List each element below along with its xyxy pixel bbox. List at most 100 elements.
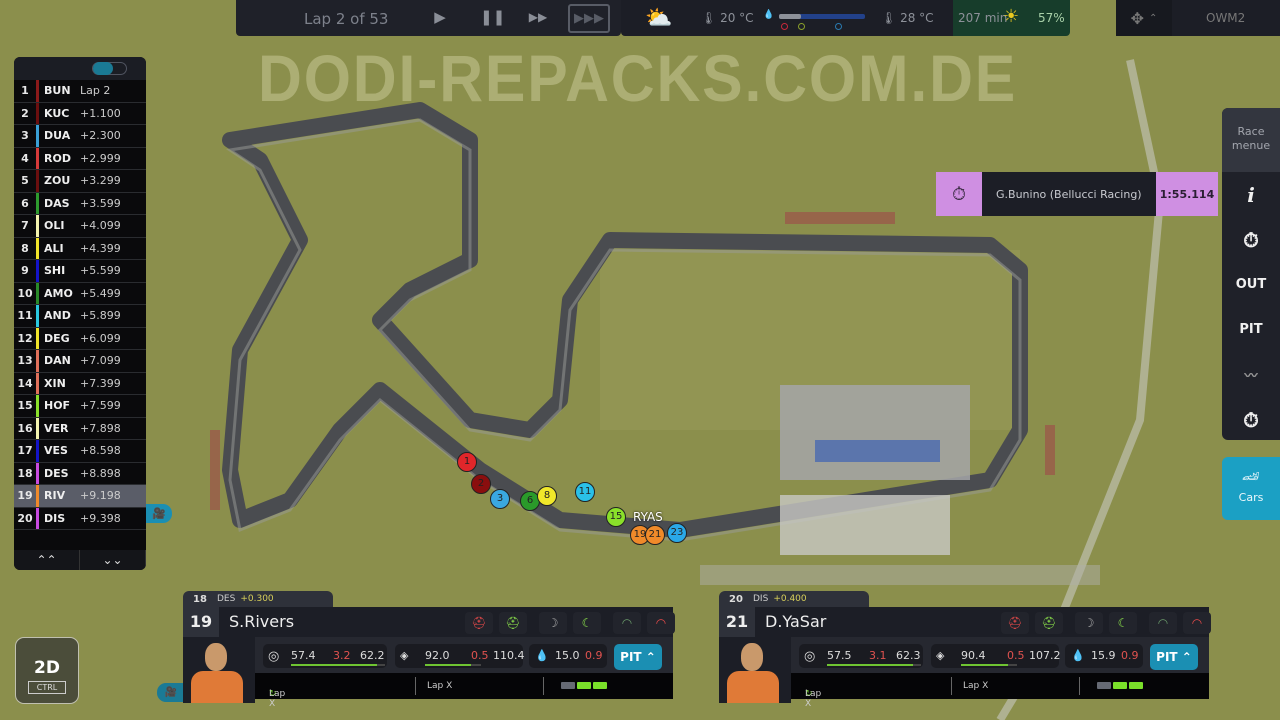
standings-row[interactable]: 11 AND +5.899: [14, 305, 146, 328]
driver-code: BUN: [44, 84, 71, 98]
driver-code: DES: [44, 466, 69, 480]
driver-stats: ◎ 57.5 3.1 62.3 ◈ 90.4 0.5 107.2 💧 15.9 …: [719, 637, 1209, 673]
tyre-max: 62.3: [896, 649, 921, 662]
standings-row[interactable]: 13 DAN +7.099: [14, 350, 146, 373]
camera-follow-driver-icon[interactable]: 🎥: [157, 683, 185, 702]
helmet-timer-button[interactable]: ⏱: [1222, 397, 1280, 440]
driver-gap: +5.499: [80, 286, 121, 300]
engine-max: 110.4: [493, 649, 525, 662]
standings-row[interactable]: 2 KUC +1.100: [14, 102, 146, 125]
pit-menu-button[interactable]: PIT ⌃: [614, 644, 662, 670]
engine-low-icon[interactable]: ◠: [613, 612, 641, 634]
out-button[interactable]: OUT: [1222, 262, 1280, 307]
driver-code: HOF: [44, 399, 71, 413]
helmet-aggressive-icon[interactable]: ⛑: [1001, 612, 1029, 634]
tyre-save-icon[interactable]: ☽: [1075, 612, 1103, 634]
cars-icon: 🏎: [1242, 469, 1260, 485]
helmet-calm-icon[interactable]: ⛑: [1035, 612, 1063, 634]
row-position: 3: [21, 129, 29, 143]
tyre-push-icon[interactable]: ☾: [1109, 612, 1137, 634]
standings-row[interactable]: 12 DEG +6.099: [14, 327, 146, 350]
driver-code: AND: [44, 309, 71, 323]
map-car-marker[interactable]: 2: [471, 474, 491, 494]
standings-row[interactable]: 8 ALI +4.399: [14, 237, 146, 260]
wet-marker: [835, 23, 842, 30]
track-wetness-bar: [779, 14, 865, 19]
driver-code: SHI: [44, 264, 66, 278]
lap-separator: [951, 677, 952, 695]
pit-menu-button[interactable]: PIT ⌃: [1150, 644, 1198, 670]
car-ahead-code: DIS: [753, 594, 769, 604]
lap-separator: [415, 677, 416, 695]
standings-row[interactable]: 18 DES +8.898: [14, 462, 146, 485]
map-car-marker[interactable]: 15: [606, 507, 626, 527]
standings-row[interactable]: 9 SHI +5.599: [14, 260, 146, 283]
standings-row[interactable]: 15 HOF +7.599: [14, 395, 146, 418]
map-car-marker[interactable]: 1: [457, 452, 477, 472]
settings-gear-icon[interactable]: ✥ ⌃: [1116, 0, 1172, 36]
tyre-value: 57.4: [291, 649, 316, 662]
fastest-forward-button[interactable]: ▶▶▶: [568, 4, 610, 33]
standings-row[interactable]: 7 OLI +4.099: [14, 215, 146, 238]
standings-row[interactable]: 17 VES +8.598: [14, 440, 146, 463]
camera-follow-icon[interactable]: 🎥: [146, 504, 172, 523]
map-car-marker[interactable]: 3: [490, 489, 510, 509]
stopwatch-button[interactable]: ⏱: [1222, 217, 1280, 262]
fastest-lap-driver: G.Bunino (Bellucci Racing): [982, 172, 1156, 216]
view-2d-toggle[interactable]: 2D CTRL: [15, 637, 79, 704]
driver-header: 19 S.Rivers ⛑ ⛑ ☽ ☾ ◠ ◠: [183, 607, 675, 637]
standings-row[interactable]: 1 BUN Lap 2: [14, 80, 146, 103]
engine-high-icon[interactable]: ◠: [1183, 612, 1211, 634]
standings-row[interactable]: 19 RIV +9.198: [14, 485, 146, 508]
info-button[interactable]: i: [1222, 172, 1280, 217]
map-car-marker[interactable]: 21: [645, 525, 665, 545]
map-car-marker[interactable]: 11: [575, 482, 595, 502]
tyre-save-icon[interactable]: ☽: [539, 612, 567, 634]
driver-position: 19: [183, 607, 219, 637]
helmet-calm-icon[interactable]: ⛑: [499, 612, 527, 634]
standings-row[interactable]: 3 DUA +2.300: [14, 125, 146, 148]
helmet-aggressive-icon[interactable]: ⛑: [465, 612, 493, 634]
standings-row[interactable]: 20 DIS +9.398: [14, 507, 146, 530]
standings-row[interactable]: 4 ROD +2.999: [14, 147, 146, 170]
track-view-button[interactable]: 〰: [1222, 352, 1280, 397]
standings-row[interactable]: 5 ZOU +3.299: [14, 170, 146, 193]
tyre-push-icon[interactable]: ☾: [573, 612, 601, 634]
cars-button[interactable]: 🏎 Cars: [1222, 457, 1280, 520]
sun-percent: 57%: [1038, 11, 1065, 25]
engine-stat: ◈ 92.0 0.5 110.4: [395, 644, 525, 668]
map-car-marker[interactable]: 23: [667, 523, 687, 543]
engine-high-icon[interactable]: ◠: [647, 612, 675, 634]
team-color-bar: [36, 260, 39, 282]
playback-bar: Lap 2 of 53 ▶ ❚❚ ▶▶ ▶▶▶: [236, 0, 621, 36]
engine-low-icon[interactable]: ◠: [1149, 612, 1177, 634]
track-temp-value: 28 °C: [900, 11, 934, 25]
tyre-delta: 3.2: [333, 649, 351, 662]
standings-row[interactable]: 16 VER +7.898: [14, 417, 146, 440]
scroll-up-button[interactable]: ⌃⌃: [14, 550, 80, 570]
stopwatch-fastest-lap-icon: ⏱: [936, 172, 982, 216]
standings-row[interactable]: 6 DAS +3.599: [14, 192, 146, 215]
rain-icon: 💧: [763, 10, 775, 20]
driver-gap: +4.399: [80, 241, 121, 255]
pit-button[interactable]: PIT: [1222, 307, 1280, 352]
team-color-bar: [36, 125, 39, 147]
team-color-bar: [36, 462, 39, 484]
car-ahead-pos: 20: [729, 593, 743, 605]
fuel-value: 15.9: [1091, 649, 1116, 662]
standings-row[interactable]: 14 XIN +7.399: [14, 372, 146, 395]
standings-toggle[interactable]: [92, 62, 127, 75]
engine-delta: 0.5: [1007, 649, 1025, 662]
tyre-max: 62.2: [360, 649, 385, 662]
standings-row[interactable]: 10 AMO +5.499: [14, 282, 146, 305]
team-color-bar: [36, 350, 39, 372]
fast-forward-icon[interactable]: ▶▶: [528, 10, 548, 24]
driver-position: 21: [719, 607, 755, 637]
pause-icon[interactable]: ❚❚: [480, 8, 505, 26]
tyre-value: 57.5: [827, 649, 852, 662]
team-color-bar: [36, 170, 39, 192]
play-icon[interactable]: ▶: [430, 8, 450, 26]
scroll-down-button[interactable]: ⌄⌄: [80, 550, 146, 570]
engine-value: 90.4: [961, 649, 986, 662]
map-car-marker[interactable]: 8: [537, 486, 557, 506]
